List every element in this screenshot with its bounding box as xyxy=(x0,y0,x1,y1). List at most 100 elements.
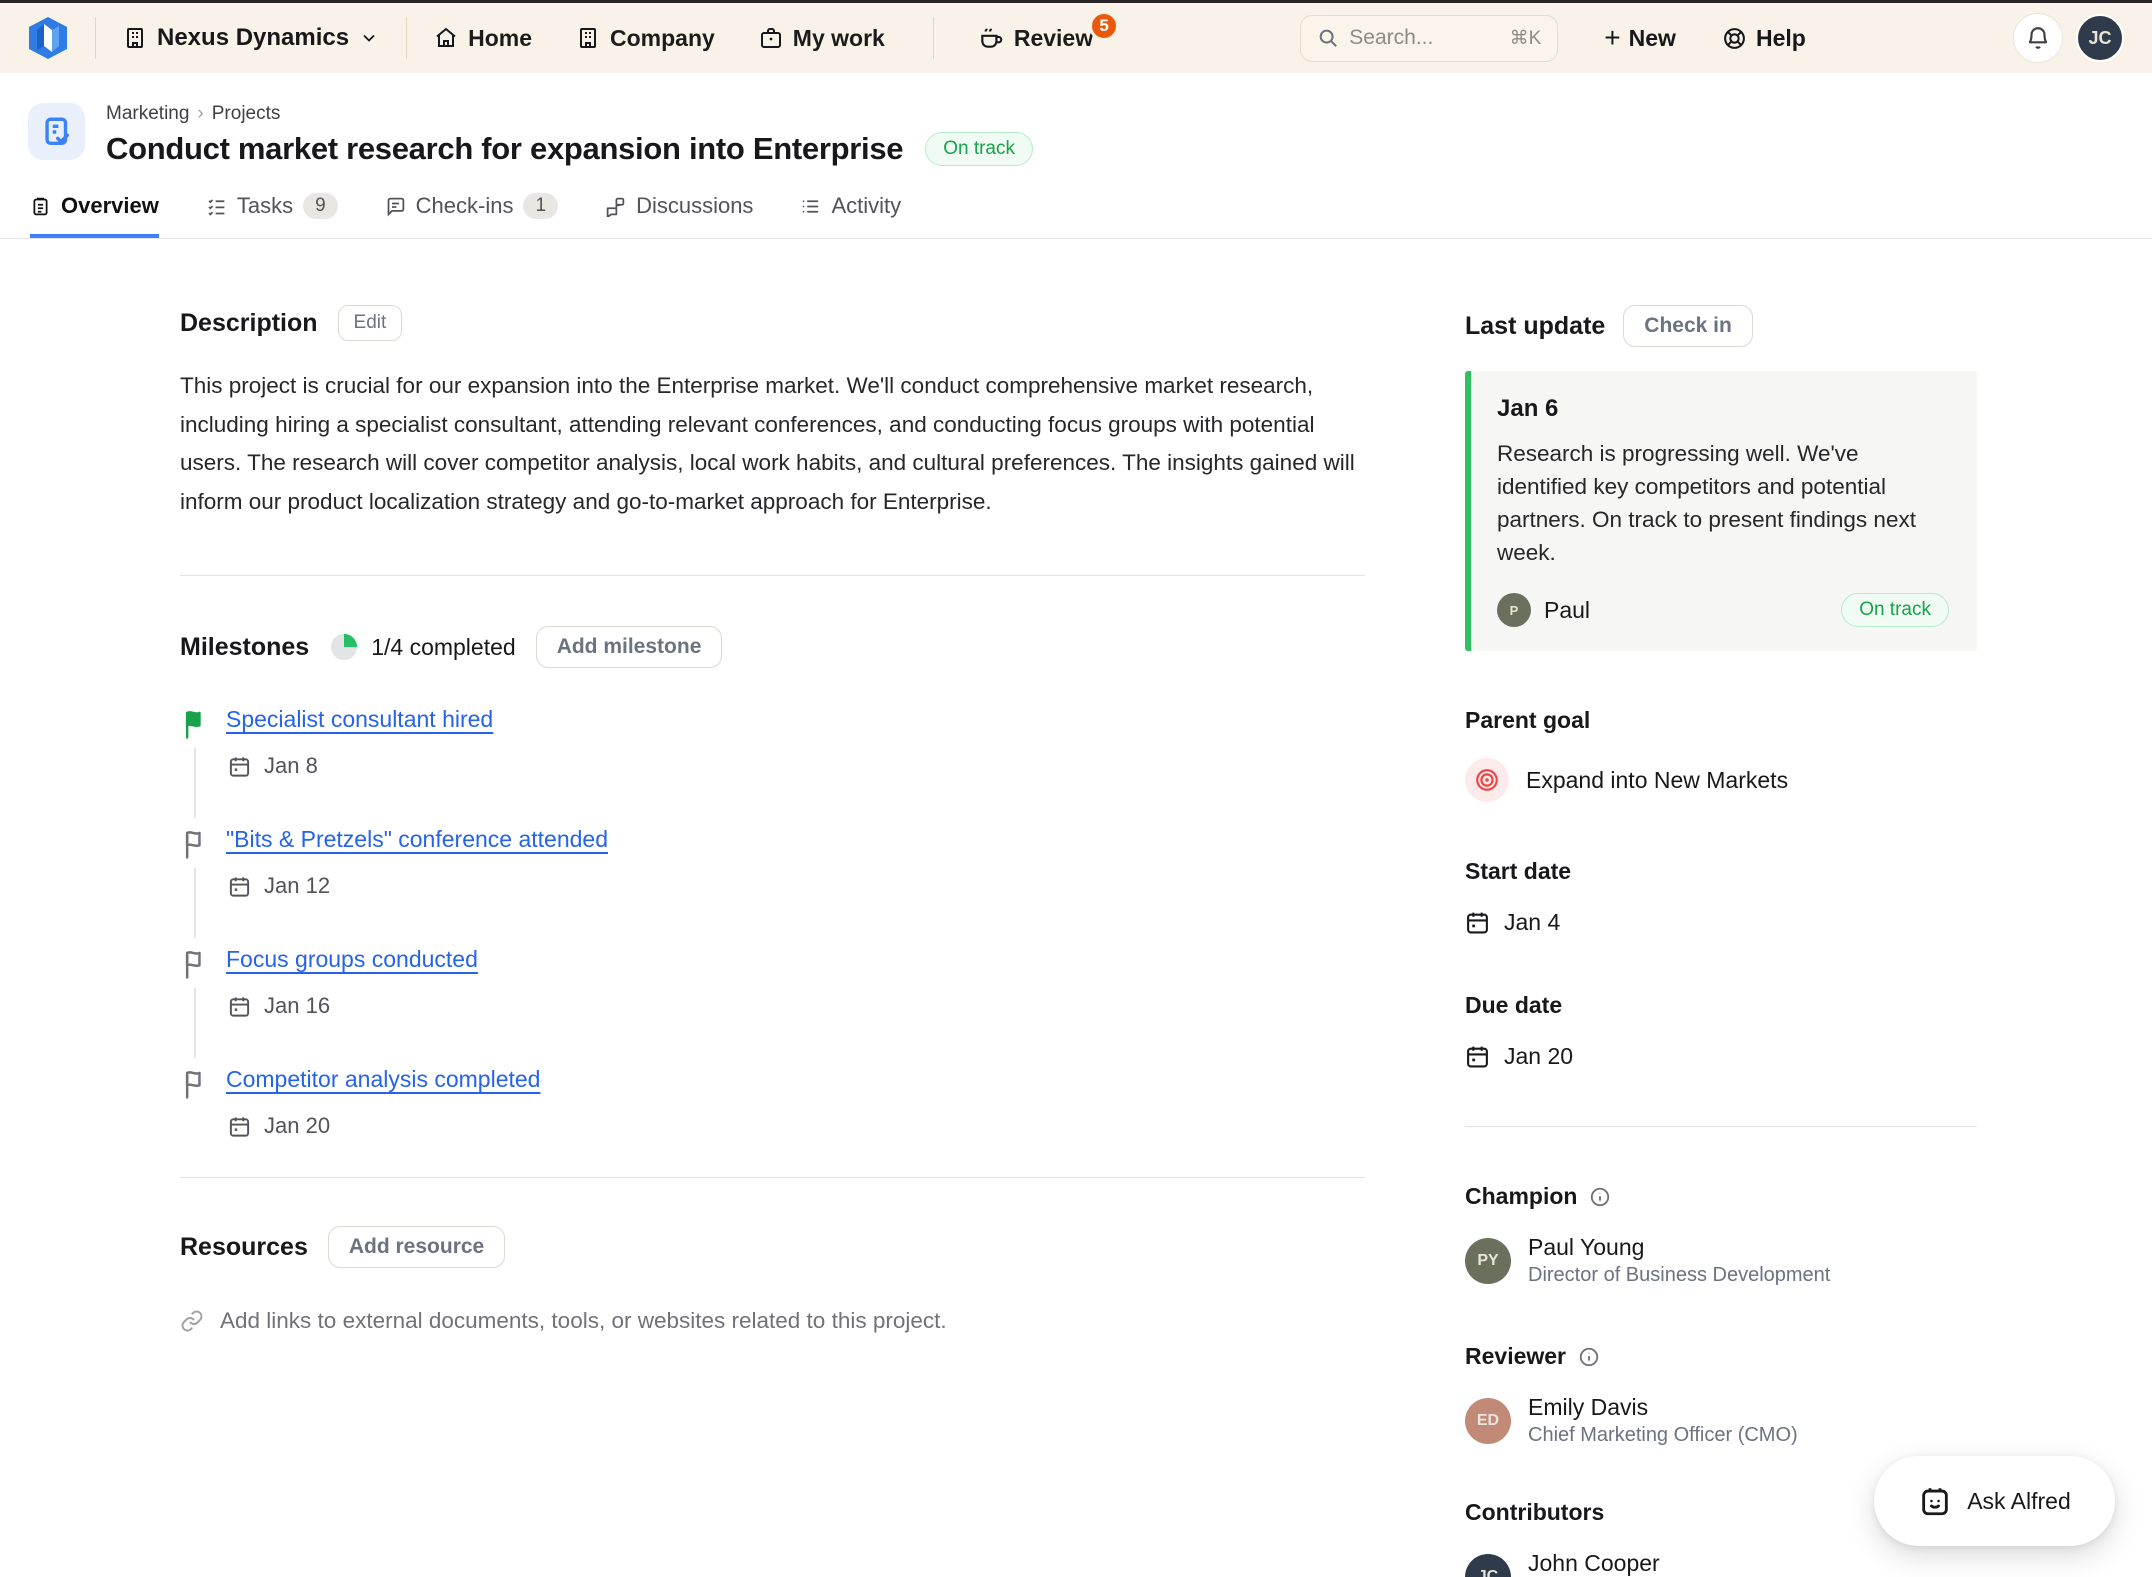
update-author-name: Paul xyxy=(1544,597,1590,624)
tab-discussions[interactable]: Discussions xyxy=(605,193,753,238)
briefcase-icon xyxy=(759,26,783,50)
milestone-date: Jan 20 xyxy=(264,1113,330,1139)
champion-name: Paul Young xyxy=(1528,1234,1830,1261)
parent-goal-link[interactable]: Expand into New Markets xyxy=(1465,758,1977,802)
flag-done-icon xyxy=(182,708,212,740)
top-navigation: Nexus Dynamics Home Company My work Revi… xyxy=(0,3,2152,73)
champion-avatar: PY xyxy=(1465,1238,1511,1284)
update-text: Research is progressing well. We've iden… xyxy=(1497,437,1949,569)
help-label: Help xyxy=(1756,25,1806,52)
pie-progress-icon xyxy=(329,632,359,662)
discussion-flow-icon xyxy=(605,196,626,217)
calendar-icon xyxy=(228,1115,251,1138)
target-icon xyxy=(1465,758,1509,802)
update-date: Jan 6 xyxy=(1497,395,1949,423)
org-name: Nexus Dynamics xyxy=(157,24,349,52)
calendar-icon xyxy=(1465,1044,1490,1069)
milestone-link[interactable]: Competitor analysis completed xyxy=(226,1066,540,1092)
contributor-person[interactable]: JC John Cooper contributor xyxy=(1465,1550,1977,1577)
user-avatar[interactable]: JC xyxy=(2076,14,2124,62)
milestone-connector xyxy=(194,748,196,818)
nav-item-my-work[interactable]: My work xyxy=(759,25,885,52)
calendar-icon xyxy=(1465,910,1490,935)
info-icon[interactable] xyxy=(1578,1346,1600,1368)
milestone-date: Jan 12 xyxy=(264,873,330,899)
resources-heading: Resources xyxy=(180,1233,308,1262)
project-icon xyxy=(28,103,85,160)
main-column: Description Edit This project is crucial… xyxy=(180,239,1365,1334)
tab-activity[interactable]: Activity xyxy=(800,193,901,238)
milestone-connector xyxy=(194,868,196,938)
contributor-name: John Cooper xyxy=(1528,1550,1660,1577)
add-milestone-button[interactable]: Add milestone xyxy=(536,626,723,668)
tab-count-badge: 1 xyxy=(523,193,558,219)
nav-item-label: Home xyxy=(468,25,532,52)
reviewer-role: Chief Marketing Officer (CMO) xyxy=(1528,1424,1798,1447)
link-icon xyxy=(180,1309,204,1333)
due-date-value-row[interactable]: Jan 20 xyxy=(1465,1043,1977,1070)
check-in-button[interactable]: Check in xyxy=(1623,305,1753,347)
section-divider xyxy=(180,1177,1365,1178)
reviewer-avatar: ED xyxy=(1465,1398,1511,1444)
nav-divider xyxy=(933,17,934,59)
tab-tasks[interactable]: Tasks 9 xyxy=(206,193,338,238)
org-switcher[interactable]: Nexus Dynamics xyxy=(123,24,379,52)
tab-label: Tasks xyxy=(237,193,293,219)
reviewer-name: Emily Davis xyxy=(1528,1394,1798,1421)
champion-person[interactable]: PY Paul Young Director of Business Devel… xyxy=(1465,1234,1977,1287)
milestone-link[interactable]: Specialist consultant hired xyxy=(226,706,493,732)
flag-icon xyxy=(182,828,212,860)
breadcrumb-projects[interactable]: Projects xyxy=(212,103,281,125)
nav-item-home[interactable]: Home xyxy=(434,25,532,52)
notifications-button[interactable] xyxy=(2013,13,2063,63)
start-date-value-row[interactable]: Jan 4 xyxy=(1465,909,1977,936)
review-count-badge: 5 xyxy=(1089,11,1119,41)
checklist-icon xyxy=(206,196,227,217)
global-search[interactable]: ⌘K xyxy=(1300,15,1558,62)
parent-goal-label: Parent goal xyxy=(1465,707,1977,734)
breadcrumb-marketing[interactable]: Marketing xyxy=(106,103,189,125)
parent-goal-name: Expand into New Markets xyxy=(1526,767,1788,794)
nav-item-label: Review xyxy=(1014,25,1093,52)
milestone-link[interactable]: "Bits & Pretzels" conference attended xyxy=(226,826,608,852)
nav-item-company[interactable]: Company xyxy=(576,25,715,52)
chevron-down-icon xyxy=(359,28,379,48)
edit-description-button[interactable]: Edit xyxy=(338,305,403,341)
ask-alfred-button[interactable]: Ask Alfred xyxy=(1874,1456,2115,1546)
start-date-label: Start date xyxy=(1465,858,1977,885)
info-icon[interactable] xyxy=(1589,1186,1611,1208)
milestone-link[interactable]: Focus groups conducted xyxy=(226,946,478,972)
sidebar: Last update Check in Jan 6 Research is p… xyxy=(1465,239,1977,1577)
activity-list-icon xyxy=(800,196,821,217)
status-badge: On track xyxy=(925,132,1033,166)
search-input[interactable] xyxy=(1349,26,1479,50)
tab-label: Discussions xyxy=(636,193,753,219)
tab-overview[interactable]: Overview xyxy=(30,193,159,238)
calendar-icon xyxy=(228,755,251,778)
start-date-value: Jan 4 xyxy=(1504,909,1560,936)
nav-item-label: Company xyxy=(610,25,715,52)
nav-item-review[interactable]: Review 5 xyxy=(978,25,1093,52)
milestone-connector xyxy=(194,988,196,1058)
alfred-robot-icon xyxy=(1918,1484,1952,1518)
flag-icon xyxy=(182,948,212,980)
resources-empty-state: Add links to external documents, tools, … xyxy=(180,1308,1365,1334)
milestone-item: Focus groups conducted Jan 16 xyxy=(180,946,1365,1066)
last-update-card[interactable]: Jan 6 Research is progressing well. We'v… xyxy=(1465,371,1977,651)
milestone-item: "Bits & Pretzels" conference attended Ja… xyxy=(180,826,1365,946)
breadcrumb-separator: › xyxy=(197,103,203,125)
add-resource-button[interactable]: Add resource xyxy=(328,1226,505,1268)
new-button[interactable]: + New xyxy=(1604,24,1676,52)
help-button[interactable]: Help xyxy=(1722,25,1806,52)
description-heading: Description xyxy=(180,309,318,338)
reviewer-person[interactable]: ED Emily Davis Chief Marketing Officer (… xyxy=(1465,1394,1977,1447)
app-logo-icon[interactable] xyxy=(28,16,68,60)
page-title: Conduct market research for expansion in… xyxy=(106,131,903,167)
help-lifebuoy-icon xyxy=(1722,26,1747,51)
tab-check-ins[interactable]: Check-ins 1 xyxy=(385,193,558,238)
milestones-progress-label: 1/4 completed xyxy=(371,634,515,661)
milestone-item: Competitor analysis completed Jan 20 xyxy=(180,1066,1365,1139)
resources-empty-text: Add links to external documents, tools, … xyxy=(220,1308,947,1334)
search-icon xyxy=(1317,27,1339,49)
flag-icon xyxy=(182,1068,212,1100)
